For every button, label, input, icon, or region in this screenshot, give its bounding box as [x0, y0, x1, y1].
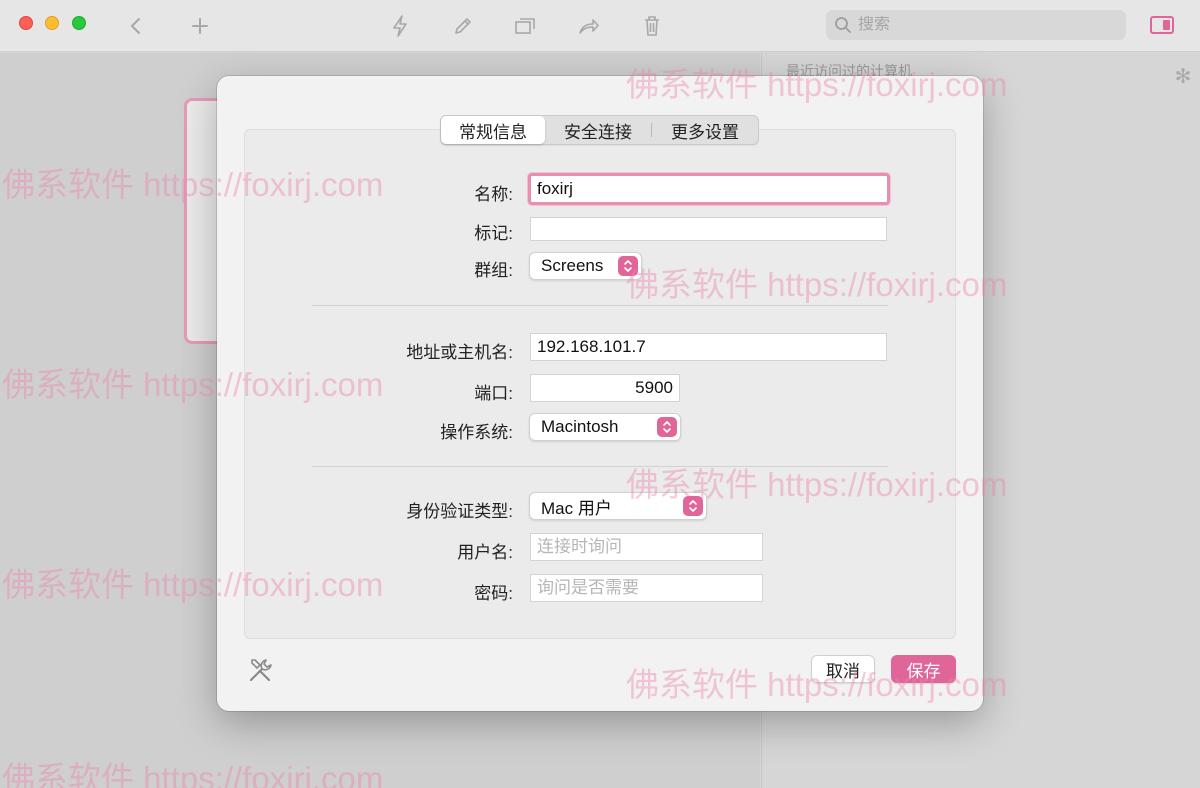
title-bar: [0, 0, 1200, 52]
tools-icon[interactable]: [247, 656, 275, 684]
address-field[interactable]: [530, 333, 887, 361]
tab-bar: 常规信息 安全连接 更多设置: [440, 115, 759, 145]
share-arrow-icon[interactable]: [575, 12, 603, 40]
tab-general[interactable]: 常规信息: [441, 116, 545, 144]
window-icon[interactable]: [511, 12, 539, 40]
port-field[interactable]: [530, 374, 680, 402]
save-button[interactable]: 保存: [891, 655, 956, 683]
search-input[interactable]: [858, 16, 1108, 34]
cancel-button[interactable]: 取消: [811, 655, 875, 683]
name-field[interactable]: [528, 173, 890, 205]
tag-field[interactable]: [530, 217, 887, 241]
updown-chevron-icon: [683, 496, 703, 516]
group-label: 群组:: [474, 261, 513, 280]
tag-label: 标记:: [474, 224, 513, 243]
close-window-button[interactable]: [19, 16, 33, 30]
username-label: 用户名:: [457, 543, 513, 562]
auth-type-value: Mac 用户: [541, 498, 612, 518]
group-popup[interactable]: Screens: [529, 252, 642, 280]
group-value: Screens: [541, 256, 604, 275]
section-divider: [312, 466, 888, 467]
os-popup[interactable]: Macintosh: [529, 413, 681, 441]
password-label: 密码:: [474, 584, 513, 603]
auth-type-label: 身份验证类型:: [406, 502, 513, 521]
search-icon: [835, 17, 851, 33]
pencil-icon[interactable]: [449, 12, 477, 40]
address-label: 地址或主机名:: [406, 343, 513, 362]
port-label: 端口:: [474, 384, 513, 403]
password-field[interactable]: [530, 574, 763, 602]
os-label: 操作系统:: [440, 423, 513, 442]
background-computer-card[interactable]: [184, 98, 220, 344]
lightning-icon[interactable]: [386, 12, 414, 40]
auth-type-popup[interactable]: Mac 用户: [529, 492, 707, 520]
sidebar-toggle-icon[interactable]: [1150, 16, 1174, 34]
name-label: 名称:: [474, 185, 513, 204]
tab-more-settings[interactable]: 更多设置: [652, 116, 758, 144]
minimize-window-button[interactable]: [45, 16, 59, 30]
search-box[interactable]: [826, 10, 1126, 40]
tab-security[interactable]: 安全连接: [545, 116, 651, 144]
username-field[interactable]: [530, 533, 763, 561]
edit-computer-dialog: 常规信息 安全连接 更多设置 名称: 标记: 群组: Screens 地址或主机…: [217, 76, 983, 711]
spinner-icon: ✻: [1174, 66, 1192, 88]
updown-chevron-icon: [657, 417, 677, 437]
os-value: Macintosh: [541, 417, 619, 436]
add-icon[interactable]: [186, 12, 214, 40]
updown-chevron-icon: [618, 256, 638, 276]
maximize-window-button[interactable]: [72, 16, 86, 30]
back-chevron-icon[interactable]: [122, 12, 150, 40]
trash-icon[interactable]: [638, 12, 666, 40]
section-divider: [312, 305, 888, 306]
